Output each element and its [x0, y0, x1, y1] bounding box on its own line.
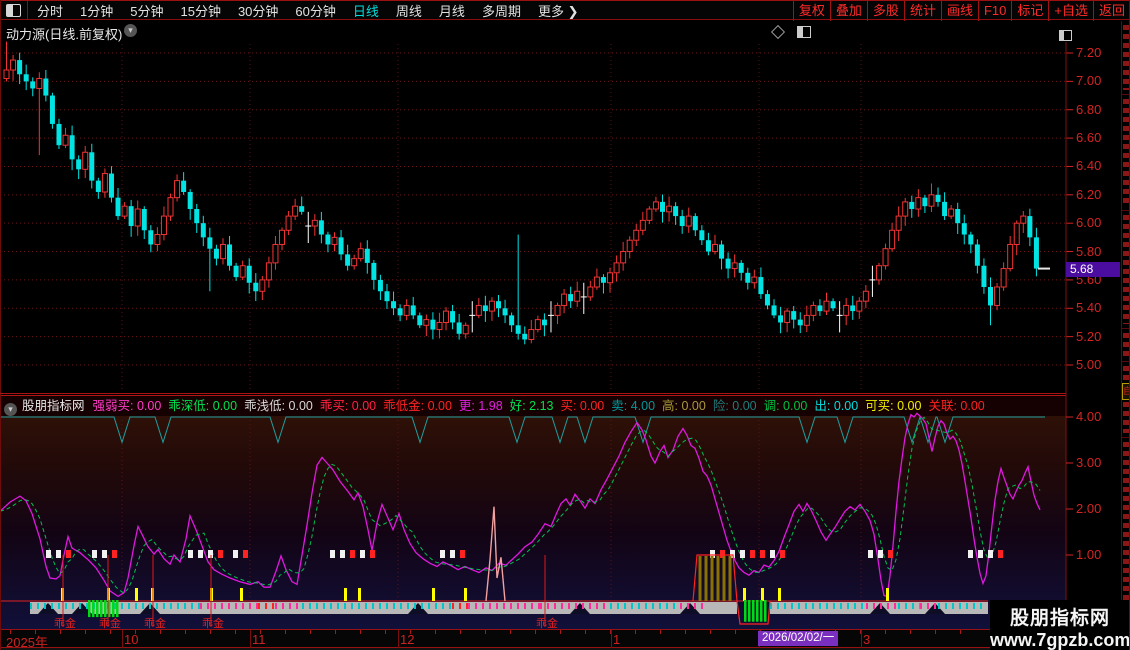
last-price-chip: 5.68: [1066, 262, 1120, 277]
cursor-date-chip: 2026/02/02/一: [758, 631, 838, 646]
watermark-url: www.7gpzb.com: [990, 630, 1130, 650]
date-tick: [485, 630, 486, 634]
date-tick: [160, 630, 161, 634]
panel-divider[interactable]: [0, 393, 1066, 394]
date-tick: [60, 630, 61, 634]
date-tick: [235, 630, 236, 634]
date-label-2: 11: [252, 632, 266, 647]
date-tick: [635, 630, 636, 634]
trading-app-window: 分时1分钟5分钟15分钟30分钟60分钟日线周线月线多周期更多 ❯ 复权叠加多股…: [0, 0, 1130, 650]
date-tick: [535, 630, 536, 634]
month-separator: [398, 630, 399, 649]
date-tick: [210, 630, 211, 634]
svg-text:乖金: 乖金: [536, 616, 558, 630]
svg-text:乖金: 乖金: [54, 616, 76, 630]
date-tick: [185, 630, 186, 634]
date-tick: [35, 630, 36, 634]
date-tick: [935, 630, 936, 634]
date-tick: [10, 630, 11, 634]
date-tick: [260, 630, 261, 634]
date-tick: [135, 630, 136, 634]
date-axis[interactable]: 2026/02/02/一 2025年10111213: [0, 629, 1130, 648]
svg-text:乖金: 乖金: [99, 616, 121, 630]
candlestick-and-indicator-chart: 乖金 乖金 乖金 乖金 乖金: [0, 0, 1130, 650]
date-tick: [360, 630, 361, 634]
date-tick: [310, 630, 311, 634]
date-tick: [660, 630, 661, 634]
month-separator: [122, 630, 123, 649]
date-label-3: 12: [400, 632, 414, 647]
date-tick: [385, 630, 386, 634]
date-tick: [560, 630, 561, 634]
month-separator: [861, 630, 862, 649]
month-separator: [250, 630, 251, 649]
date-tick: [410, 630, 411, 634]
month-separator: [611, 630, 612, 649]
date-tick: [910, 630, 911, 634]
date-tick: [460, 630, 461, 634]
date-tick: [960, 630, 961, 634]
date-tick: [710, 630, 711, 634]
date-tick: [585, 630, 586, 634]
date-tick: [685, 630, 686, 634]
date-tick: [510, 630, 511, 634]
date-tick: [885, 630, 886, 634]
left-border: [0, 0, 1, 650]
date-tick: [860, 630, 861, 634]
date-tick: [435, 630, 436, 634]
date-label-1: 10: [124, 632, 138, 647]
date-tick: [610, 630, 611, 634]
date-tick: [735, 630, 736, 634]
date-tick: [110, 630, 111, 634]
svg-text:乖金: 乖金: [144, 616, 166, 630]
date-tick: [85, 630, 86, 634]
date-label-5: 3: [863, 632, 870, 647]
watermark-site-name: 股朋指标网: [990, 603, 1130, 630]
date-label-4: 1: [613, 632, 620, 647]
date-tick: [285, 630, 286, 634]
svg-text:乖金: 乖金: [202, 616, 224, 630]
watermark: 股朋指标网 www.7gpzb.com: [990, 600, 1130, 650]
date-tick: [335, 630, 336, 634]
